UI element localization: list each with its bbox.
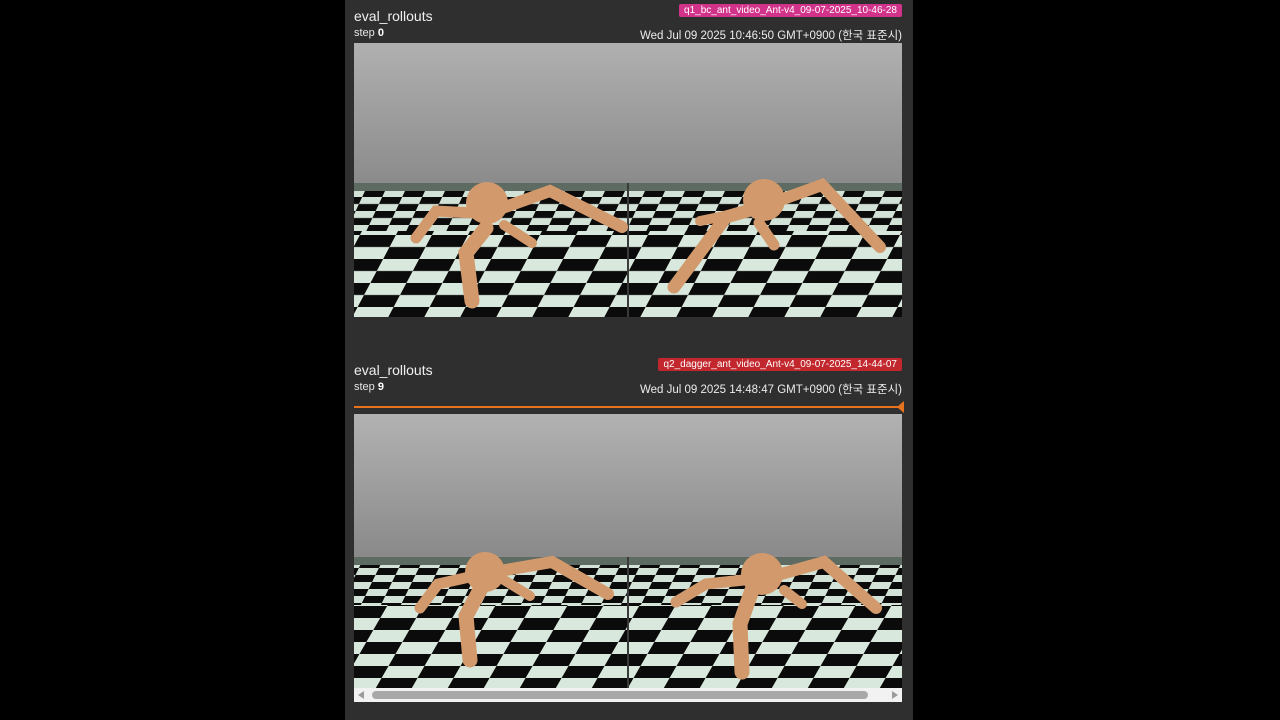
- slider-thumb[interactable]: [897, 401, 904, 413]
- step-indicator: step 0: [354, 27, 384, 40]
- tensorboard-images-panel: eval_rollouts step 0 q1_bc_ant_video_Ant…: [345, 0, 913, 720]
- run-name-badge[interactable]: q2_dagger_ant_video_Ant-v4_09-07-2025_14…: [658, 358, 902, 371]
- scrollbar-thumb[interactable]: [372, 691, 868, 699]
- scroll-right-icon[interactable]: [892, 691, 898, 699]
- step-label: step: [354, 27, 375, 39]
- step-label: step: [354, 381, 375, 393]
- timestamp: Wed Jul 09 2025 14:48:47 GMT+0900 (한국 표준…: [639, 384, 902, 396]
- image-card-2: eval_rollouts step 9 q2_dagger_ant_video…: [354, 358, 904, 712]
- rollout-video[interactable]: [354, 43, 902, 317]
- run-name-badge[interactable]: q1_bc_ant_video_Ant-v4_09-07-2025_10-46-…: [679, 4, 902, 17]
- card-title: eval_rollouts: [354, 8, 433, 24]
- step-slider[interactable]: [354, 401, 904, 413]
- scroll-left-icon[interactable]: [358, 691, 364, 699]
- step-value: 9: [377, 381, 384, 393]
- ant-rollout-frame: [354, 43, 902, 317]
- horizontal-scrollbar[interactable]: [354, 688, 902, 702]
- rollout-video[interactable]: [354, 414, 902, 688]
- image-card-1: eval_rollouts step 0 q1_bc_ant_video_Ant…: [354, 4, 902, 320]
- ant-rollout-frame: [354, 414, 902, 688]
- timestamp: Wed Jul 09 2025 10:46:50 GMT+0900 (한국 표준…: [639, 30, 902, 42]
- step-value: 0: [377, 27, 384, 39]
- step-indicator: step 9: [354, 381, 384, 394]
- card-title: eval_rollouts: [354, 362, 433, 378]
